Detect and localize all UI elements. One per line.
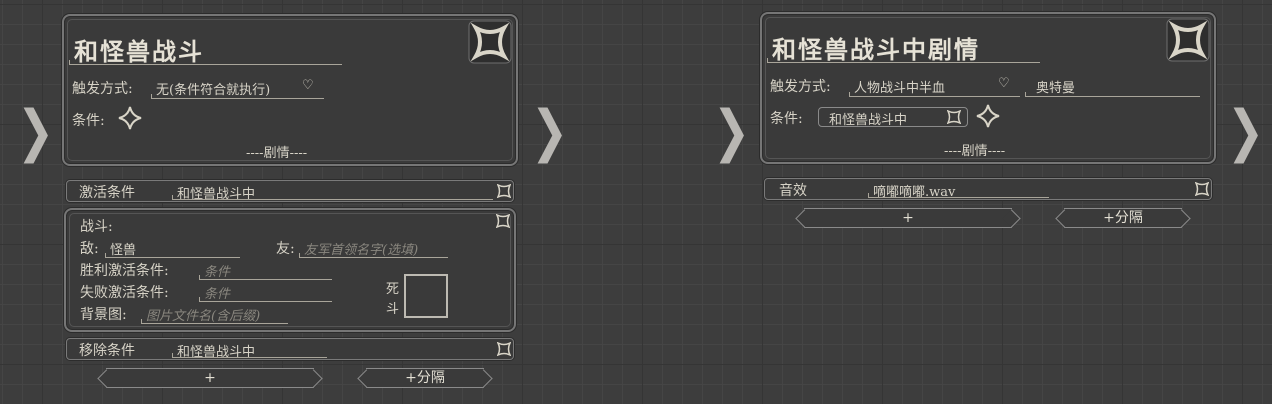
death-label-top: 死 bbox=[386, 282, 400, 297]
death-battle-checkbox[interactable] bbox=[404, 274, 448, 318]
enemy-label: 敌: bbox=[80, 241, 99, 257]
trigger-target-underline bbox=[1025, 92, 1200, 97]
battle-panel[interactable]: 战斗: 敌: 怪兽 友: 友军首领名字(选填) 胜利激活条件: 条件 失败激活条… bbox=[64, 208, 516, 332]
ornament-frame-icon-right[interactable] bbox=[1166, 18, 1210, 62]
battle-header: 战斗: bbox=[80, 219, 113, 235]
trigger-label: 触发方式: bbox=[72, 81, 133, 97]
lose-label: 失败激活条件: bbox=[80, 285, 169, 301]
friend-label: 友: bbox=[276, 241, 295, 257]
activate-label: 激活条件 bbox=[79, 185, 135, 201]
condition-tag[interactable]: 和怪兽战斗中 bbox=[818, 107, 968, 128]
node-title[interactable]: 和怪兽战斗 bbox=[74, 32, 204, 67]
story-label: ----剧情---- bbox=[246, 146, 308, 161]
remove-condition-bar[interactable]: 移除条件 和怪兽战斗中 bbox=[66, 338, 514, 360]
heart-dropdown-icon[interactable]: ♡ bbox=[302, 78, 314, 93]
trigger-underline-right bbox=[849, 92, 1020, 97]
condition-label: 条件: bbox=[72, 113, 105, 129]
trigger-label-right: 触发方式: bbox=[770, 79, 831, 95]
add-separator-button-right[interactable]: +分隔 bbox=[1064, 208, 1182, 228]
enemy-value[interactable]: 怪兽 bbox=[110, 239, 136, 258]
sound-label: 音效 bbox=[779, 183, 807, 199]
next-arrow-left-group[interactable]: ❯ bbox=[531, 104, 569, 160]
left-node-card[interactable]: 和怪兽战斗 触发方式: 无(条件符合就执行) ♡ 条件: ----剧情---- bbox=[62, 14, 518, 166]
ornament-frame-icon[interactable] bbox=[468, 20, 512, 64]
prev-arrow-right-group[interactable]: ❯ bbox=[713, 104, 751, 160]
node-title-right[interactable]: 和怪兽战斗中剧情 bbox=[772, 30, 980, 65]
death-label-bottom: 斗 bbox=[386, 302, 400, 317]
title-underline-right bbox=[767, 58, 1040, 63]
enemy-underline bbox=[105, 253, 240, 258]
sound-underline bbox=[868, 193, 1049, 198]
add-separator-button[interactable]: +分隔 bbox=[366, 368, 484, 388]
activate-underline bbox=[172, 195, 493, 200]
trigger-target[interactable]: 奥特曼 bbox=[1036, 77, 1075, 96]
activate-frame-icon[interactable] bbox=[497, 184, 511, 198]
remove-label: 移除条件 bbox=[79, 343, 135, 359]
remove-underline bbox=[172, 353, 327, 358]
condition-tag-frame-icon[interactable] bbox=[947, 110, 961, 124]
win-underline bbox=[199, 275, 332, 280]
next-arrow[interactable]: ❯ bbox=[1227, 104, 1265, 160]
condition-label-right: 条件: bbox=[770, 111, 803, 127]
friend-underline bbox=[299, 253, 448, 258]
story-label-right: ----剧情---- bbox=[944, 144, 1006, 159]
win-label: 胜利激活条件: bbox=[80, 263, 169, 279]
trigger-value[interactable]: 无(条件符合就执行) bbox=[156, 79, 270, 98]
lose-underline bbox=[199, 297, 332, 302]
win-input[interactable]: 条件 bbox=[204, 261, 230, 280]
add-condition-star-icon-right[interactable] bbox=[976, 104, 1000, 128]
lose-input[interactable]: 条件 bbox=[204, 283, 230, 302]
heart-dropdown-icon-right[interactable]: ♡ bbox=[998, 76, 1010, 91]
add-button-right[interactable]: + bbox=[804, 208, 1012, 228]
right-node-card[interactable]: 和怪兽战斗中剧情 触发方式: 人物战斗中半血 ♡ 奥特曼 条件: 和怪兽战斗中 … bbox=[760, 12, 1216, 164]
background-underline bbox=[141, 319, 288, 324]
battle-frame-icon[interactable] bbox=[496, 214, 510, 228]
background-input[interactable]: 图片文件名(含后缀) bbox=[146, 305, 260, 324]
trigger-value-right[interactable]: 人物战斗中半血 bbox=[854, 77, 945, 96]
friend-input[interactable]: 友军首领名字(选填) bbox=[304, 239, 418, 258]
remove-frame-icon[interactable] bbox=[497, 342, 511, 356]
add-button[interactable]: + bbox=[106, 368, 314, 388]
background-label: 背景图: bbox=[80, 307, 127, 323]
sound-frame-icon[interactable] bbox=[1195, 182, 1209, 196]
activate-condition-bar[interactable]: 激活条件 和怪兽战斗中 bbox=[66, 180, 514, 202]
sound-bar[interactable]: 音效 嘀嘟嘀嘟.wav bbox=[764, 178, 1212, 200]
add-condition-star-icon[interactable] bbox=[118, 106, 142, 130]
condition-tag-value: 和怪兽战斗中 bbox=[829, 113, 908, 128]
prev-arrow[interactable]: ❯ bbox=[17, 104, 55, 160]
title-underline bbox=[69, 60, 342, 65]
trigger-underline bbox=[151, 94, 324, 99]
